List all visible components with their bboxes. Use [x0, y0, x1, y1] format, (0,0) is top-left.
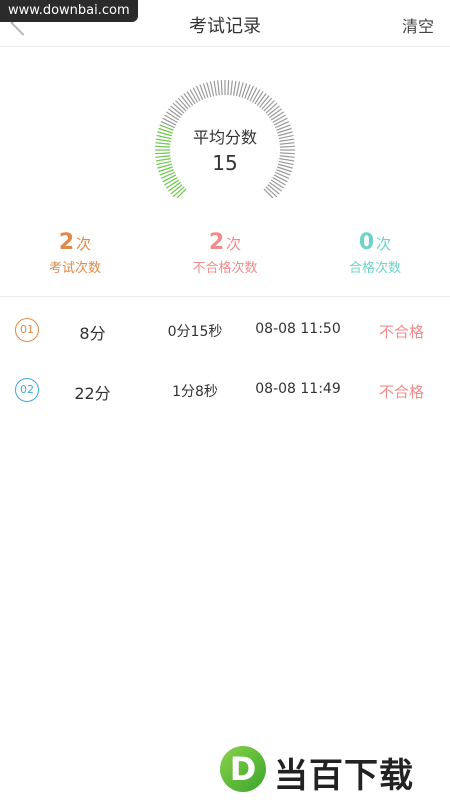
gauge-tick: [272, 176, 286, 186]
gauge-tick: [233, 80, 237, 96]
record-date: 08-08 11:49: [255, 381, 341, 397]
gauge-tick: [227, 80, 230, 96]
gauge-tick: [254, 90, 264, 105]
record-duration: 1分8秒: [172, 384, 218, 400]
stat-unit: 次: [226, 235, 242, 253]
logo-text: 当百下载: [274, 756, 414, 796]
gauge-tick: [164, 176, 178, 186]
gauge-tick: [162, 174, 177, 183]
record-score: 22分: [74, 384, 111, 403]
gauge-value: 15: [212, 151, 238, 175]
stat-number: 0: [358, 230, 375, 255]
stat-fail-count: 2次 不合格次数: [150, 230, 300, 276]
gauge-tick: [249, 87, 258, 102]
gauge-tick: [235, 81, 241, 97]
gauge-tick: [165, 179, 180, 189]
watermark-top: www.downbai.com: [0, 0, 138, 22]
record-date: 08-08 11:50: [255, 321, 341, 337]
gauge-tick: [270, 111, 285, 121]
record-index-badge: 02: [15, 378, 39, 402]
record-duration: 0分15秒: [167, 324, 223, 340]
stat-number: 2: [208, 230, 225, 255]
gauge-label: 平均分数: [192, 128, 257, 147]
gauge-tick: [209, 81, 215, 97]
gauge-tick: [165, 111, 180, 121]
stat-unit: 次: [76, 235, 92, 253]
brand-watermark-logo: D 当百下载: [220, 740, 450, 800]
stat-pass-count: 0次 合格次数: [300, 230, 450, 276]
gauge-tick: [272, 114, 286, 124]
table-row[interactable]: 02 22分 1分8秒 08-08 11:49 不合格: [0, 372, 450, 412]
gauge-tick: [217, 80, 220, 96]
stat-label: 合格次数: [348, 261, 401, 276]
gauge-tick: [186, 90, 196, 105]
stat-number: 2: [58, 230, 75, 255]
stat-unit: 次: [376, 235, 392, 253]
gauge-tick: [251, 89, 261, 103]
gauge-tick: [273, 174, 288, 183]
record-index-badge: 01: [15, 318, 39, 342]
stats-row: 2次 考试次数 2次 不合格次数 0次 合格次数: [0, 230, 450, 280]
gauge-tick: [189, 89, 199, 103]
logo-d-icon: D: [220, 746, 266, 792]
average-score-gauge: 平均分数 15: [150, 78, 300, 200]
gauge-tick: [230, 80, 233, 96]
stat-label: 不合格次数: [192, 261, 258, 276]
table-row[interactable]: 01 8分 0分15秒 08-08 11:50 不合格: [0, 312, 450, 352]
gauge-tick: [213, 80, 217, 96]
gauge-tick: [164, 114, 178, 124]
stat-exam-count: 2次 考试次数: [0, 230, 150, 276]
divider: [0, 296, 450, 297]
gauge-tick: [192, 87, 201, 102]
gauge-tick: [220, 80, 223, 96]
record-result: 不合格: [378, 383, 424, 401]
record-result: 不合格: [378, 323, 424, 341]
record-score: 8分: [79, 324, 106, 343]
gauge-tick: [270, 179, 285, 189]
stat-label: 考试次数: [48, 261, 101, 276]
clear-button[interactable]: 清空: [402, 13, 434, 37]
